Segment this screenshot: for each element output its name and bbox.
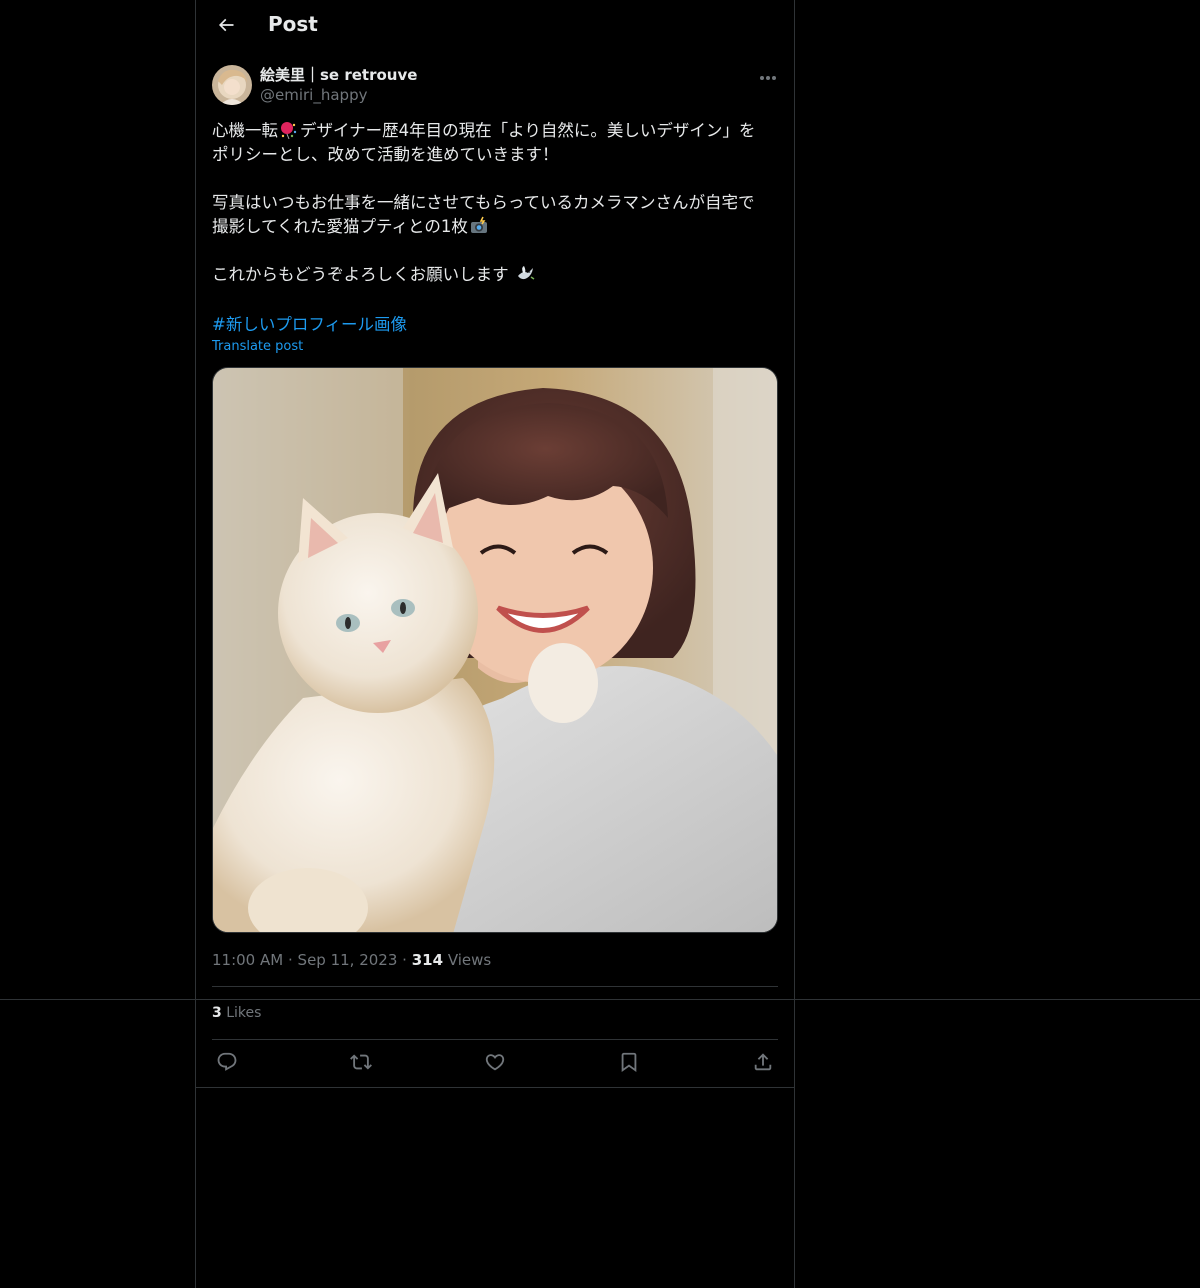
post-line-part: 心機一転 xyxy=(212,121,278,140)
avatar[interactable] xyxy=(212,65,252,105)
post-line-part: これからもどうぞよろしくお願いします xyxy=(212,265,509,284)
views-count: 314 xyxy=(411,951,444,969)
more-horizontal-icon xyxy=(759,66,777,85)
likes-label: Likes xyxy=(226,1005,262,1021)
dove-emoji xyxy=(515,264,535,284)
likes-link[interactable]: 3 Likes xyxy=(212,1005,261,1021)
reply-button[interactable] xyxy=(210,1050,244,1078)
divider xyxy=(212,986,778,987)
divider xyxy=(196,1087,794,1088)
post-text: 心機一転 デザイナー歴4年目の現在「より自然に。美しいデザイン」を ポリシーとし、… xyxy=(212,119,778,287)
share-icon xyxy=(752,1051,774,1077)
post-image[interactable] xyxy=(212,367,778,933)
full-width-divider xyxy=(0,999,1200,1000)
hashtag-link[interactable]: #新しいプロフィール画像 xyxy=(212,311,407,335)
post-meta: 11:00 AM · Sep 11, 2023 · 314 Views xyxy=(212,951,491,969)
header: Post xyxy=(196,0,794,54)
post-line: これからもどうぞよろしくお願いします xyxy=(212,263,778,287)
translate-post-link[interactable]: Translate post xyxy=(212,339,303,354)
back-button[interactable] xyxy=(208,9,244,45)
divider xyxy=(212,1039,778,1040)
page-title: Post xyxy=(268,12,318,36)
post-line-part: 撮影してくれた愛猫プティとの1枚 xyxy=(212,217,468,236)
post-line: 撮影してくれた愛猫プティとの1枚 xyxy=(212,215,778,239)
arrow-left-icon xyxy=(216,15,236,39)
bookmark-button[interactable] xyxy=(612,1050,646,1078)
repost-button[interactable] xyxy=(344,1050,378,1078)
author-handle[interactable]: @emiri_happy xyxy=(260,86,367,104)
post-line-part: デザイナー歴4年目の現在「より自然に。美しいデザイン」を xyxy=(300,121,756,140)
like-button[interactable] xyxy=(478,1050,512,1078)
camera-flash-emoji xyxy=(469,216,489,236)
balloon-confetti-emoji xyxy=(279,120,299,140)
like-icon xyxy=(484,1051,506,1077)
post-line: 心機一転 デザイナー歴4年目の現在「より自然に。美しいデザイン」を xyxy=(212,119,778,143)
post-line: 写真はいつもお仕事を一緒にさせてもらっているカメラマンさんが自宅で xyxy=(212,193,755,212)
repost-icon xyxy=(350,1051,372,1077)
main-column: Post 絵美里｜se retrouve @emiri_happy 心機一転 デザ… xyxy=(195,0,795,1288)
reply-icon xyxy=(216,1051,238,1077)
bookmark-icon xyxy=(618,1051,640,1077)
likes-count: 3 xyxy=(212,1005,222,1021)
meta-separator: · xyxy=(287,951,293,969)
more-button[interactable] xyxy=(752,62,784,88)
share-button[interactable] xyxy=(746,1050,780,1078)
views-label: Views xyxy=(447,951,492,969)
post-date[interactable]: Sep 11, 2023 xyxy=(298,951,398,969)
post-line: ポリシーとし、改めて活動を進めていきます！ xyxy=(212,145,559,164)
post-time[interactable]: 11:00 AM xyxy=(212,951,283,969)
meta-separator: · xyxy=(402,951,407,969)
author-name[interactable]: 絵美里｜se retrouve xyxy=(260,64,417,85)
